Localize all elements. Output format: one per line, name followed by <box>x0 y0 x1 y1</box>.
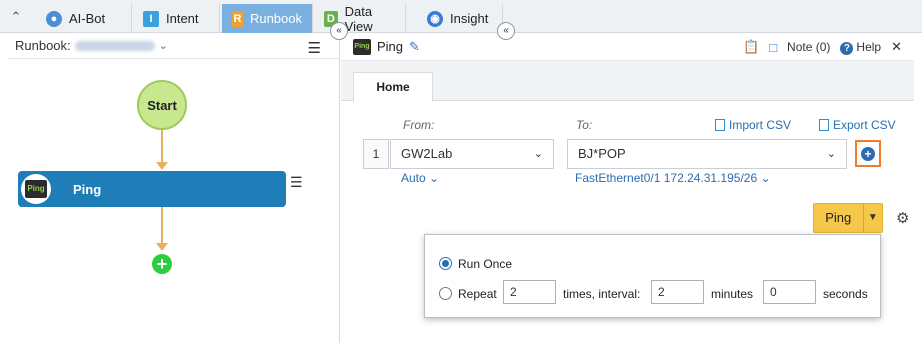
clipboard-icon[interactable]: 📋 <box>743 39 759 55</box>
flow-connector <box>161 207 163 247</box>
interval-minutes-input[interactable]: 2 <box>651 280 704 304</box>
export-file-icon <box>819 119 829 131</box>
ping-run-button[interactable]: Ping <box>814 204 863 232</box>
flow-arrow <box>156 162 168 170</box>
tab-label: Intent <box>166 11 199 26</box>
gear-icon[interactable]: ⚙ <box>896 209 909 227</box>
runbook-name-redacted <box>74 40 155 51</box>
node-menu-icon[interactable]: ☰ <box>290 174 303 191</box>
ping-node-label: Ping <box>73 181 102 197</box>
chevron-down-icon: ⌄ <box>826 148 836 160</box>
tab-intent[interactable]: I Intent <box>133 4 220 33</box>
from-label: From: <box>403 118 435 132</box>
collapse-left-panel-icon[interactable]: « <box>330 22 348 40</box>
chevron-down-icon: ⌄ <box>533 148 543 160</box>
plus-circle-icon: + <box>861 146 875 161</box>
times-interval-label: times, interval: <box>563 287 641 301</box>
help-icon: ? <box>840 41 854 55</box>
interval-seconds-input[interactable]: 0 <box>763 280 816 304</box>
flow-connector <box>161 130 163 166</box>
to-device-value: BJ*POP <box>578 146 626 161</box>
export-csv-button[interactable]: Export CSV <box>819 118 896 132</box>
start-node[interactable]: Start <box>137 80 187 130</box>
share-screen-icon[interactable]: □ <box>769 40 777 55</box>
chevron-down-icon[interactable]: ⌄ <box>159 39 168 52</box>
node-detail-panel: Ping Ping ✎ 📋 □ Note (0) ? Help ✕ Home Fr… <box>341 33 914 343</box>
from-interface-select[interactable]: Auto ⌄ <box>401 171 439 185</box>
collapse-up-icon[interactable]: ⌃ <box>6 8 26 26</box>
run-options-popup: Run Once Repeat 2 times, interval: 2 min… <box>424 234 881 318</box>
to-device-select[interactable]: BJ*POP ⌄ <box>567 139 847 169</box>
tab-label: AI-Bot <box>69 11 106 26</box>
tab-runbook[interactable]: R Runbook <box>222 4 313 33</box>
intent-icon: I <box>143 10 159 27</box>
repeat-radio[interactable] <box>439 287 452 300</box>
node-header: Ping Ping ✎ 📋 □ Note (0) ? Help ✕ <box>341 33 914 61</box>
add-row-button[interactable]: + <box>855 140 881 167</box>
tab-data-view[interactable]: D Data View <box>314 3 406 34</box>
ping-node[interactable]: Ping Ping <box>18 171 286 207</box>
add-node-icon[interactable]: + <box>152 254 172 274</box>
node-title: Ping <box>377 39 404 54</box>
collapse-tabs-icon[interactable]: « <box>497 22 515 40</box>
ping-icon: Ping <box>353 38 371 55</box>
header-tools: 📋 □ Note (0) ? Help ✕ <box>743 39 902 55</box>
note-button[interactable]: Note (0) <box>787 40 830 54</box>
from-device-value: GW2Lab <box>401 146 453 161</box>
tab-insight[interactable]: ◉ Insight <box>417 4 503 33</box>
close-icon[interactable]: ✕ <box>891 39 902 55</box>
to-interface-select[interactable]: FastEthernet0/1 172.24.31.195/26 ⌄ <box>575 171 771 185</box>
runbook-label: Runbook: <box>15 38 71 53</box>
tab-label: Runbook <box>249 11 302 26</box>
start-node-label: Start <box>147 97 177 113</box>
ping-button-group: Ping ▼ <box>813 203 883 233</box>
runbook-icon: R <box>232 10 243 27</box>
run-once-radio[interactable] <box>439 257 452 270</box>
seconds-label: seconds <box>823 287 868 301</box>
import-file-icon <box>715 119 725 131</box>
tab-bar: Home <box>341 61 914 102</box>
repeat-label: Repeat <box>458 287 497 301</box>
import-csv-button[interactable]: Import CSV <box>715 118 791 132</box>
row-number: 1 <box>363 139 389 169</box>
robot-icon: ● <box>46 10 62 27</box>
repeat-count-input[interactable]: 2 <box>503 280 556 304</box>
tab-label: Data View <box>344 3 373 34</box>
flow-arrow <box>156 243 168 251</box>
top-tab-bar: ⌃ ● AI-Bot I Intent R Runbook D Data Vie… <box>0 0 922 34</box>
edit-pencil-icon[interactable]: ✎ <box>409 39 420 55</box>
insight-icon: ◉ <box>427 10 443 27</box>
runbook-header: Runbook: ⌄ ☰ <box>8 33 339 59</box>
ping-icon: Ping <box>21 174 51 204</box>
caret-down-icon[interactable]: ▼ <box>862 204 882 232</box>
help-button[interactable]: ? Help <box>840 40 881 55</box>
to-label: To: <box>576 118 593 132</box>
from-device-select[interactable]: GW2Lab ⌄ <box>390 139 554 169</box>
minutes-label: minutes <box>711 287 754 301</box>
tab-home[interactable]: Home <box>353 72 433 102</box>
hamburger-menu-icon[interactable]: ☰ <box>308 39 321 57</box>
tab-ai-bot[interactable]: ● AI-Bot <box>36 4 132 33</box>
tab-label: Insight <box>450 11 489 26</box>
run-once-label: Run Once <box>458 257 513 271</box>
